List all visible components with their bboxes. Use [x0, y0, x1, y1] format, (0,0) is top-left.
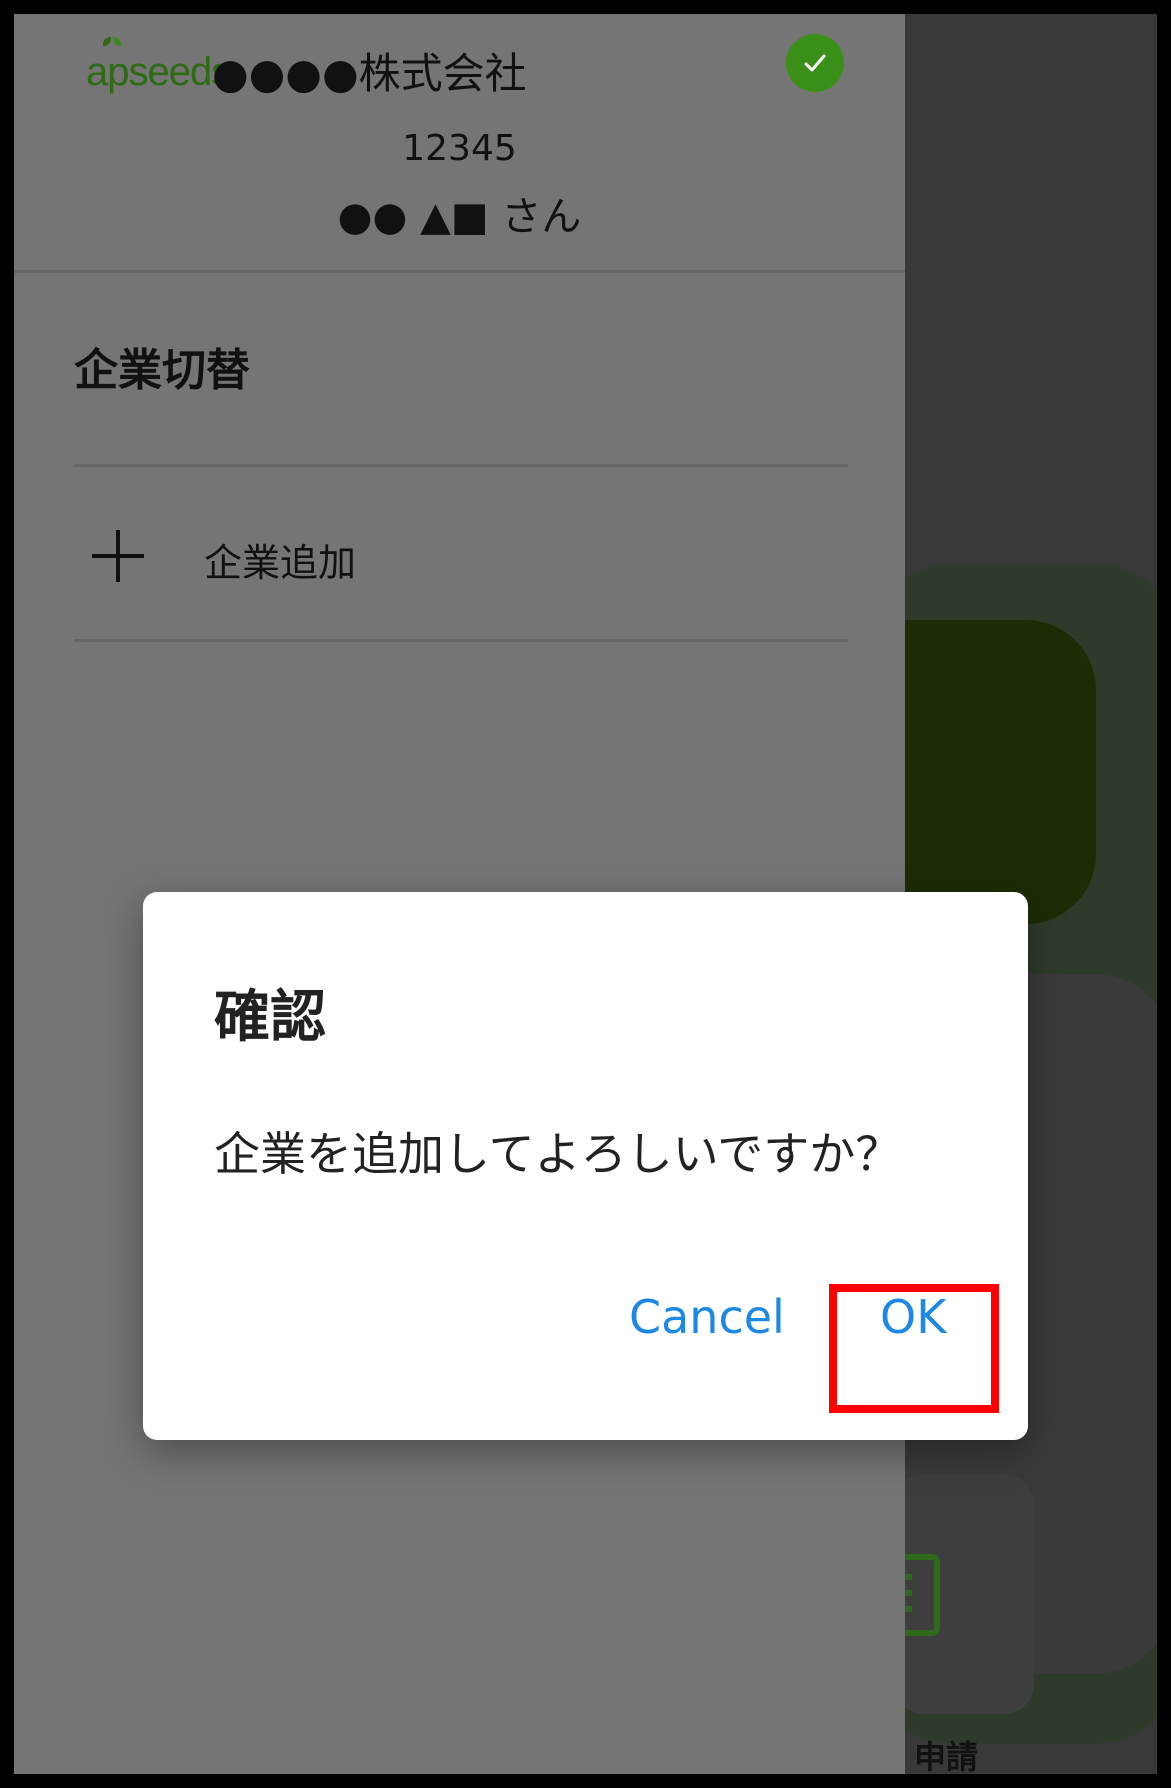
plus-icon: [92, 530, 144, 582]
screen: 申請 apseeds ●●●●株式会社 12345 ●● ▲■ さん 企業切替 …: [14, 14, 1157, 1774]
section-title: 企業切替: [74, 345, 250, 396]
check-icon: [786, 34, 844, 92]
add-company-label: 企業追加: [204, 541, 357, 585]
divider: [74, 639, 848, 642]
dialog-title: 確認: [214, 985, 326, 1050]
user-id: 12345: [402, 128, 517, 169]
apseeds-logo: apseeds: [86, 38, 231, 98]
ok-highlight-box: [829, 1284, 999, 1413]
add-company-item[interactable]: 企業追加: [74, 466, 848, 642]
logo-text: apseeds: [86, 50, 231, 94]
user-name: ●● ▲■ さん: [337, 194, 582, 240]
cancel-button[interactable]: Cancel: [629, 1290, 785, 1344]
leaf-icon: [106, 38, 122, 50]
drawer-header: apseeds ●●●●株式会社 12345 ●● ▲■ さん: [14, 14, 905, 273]
dialog-message: 企業を追加してよろしいですか？: [214, 1127, 902, 1181]
company-name: ●●●●株式会社: [212, 49, 527, 98]
background-menu-label: 申請: [914, 1738, 979, 1774]
